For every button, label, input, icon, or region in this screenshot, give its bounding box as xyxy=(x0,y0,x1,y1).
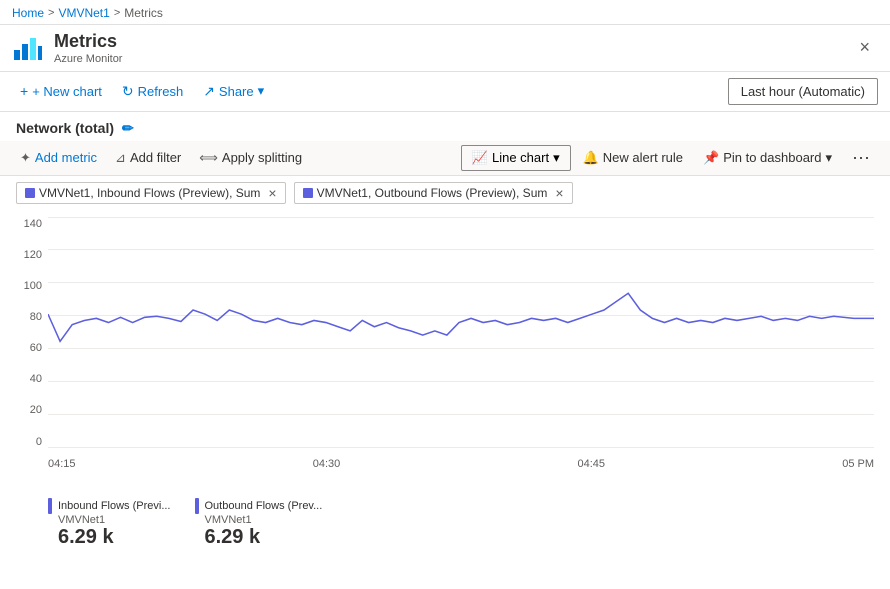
tags-row: VMVNet1, Inbound Flows (Preview), Sum × … xyxy=(0,176,890,210)
legend-outbound: Outbound Flows (Prev... VMVNet1 6.29 k xyxy=(195,498,323,549)
tag-outbound-close[interactable]: × xyxy=(551,186,563,200)
x-label-0445: 04:45 xyxy=(577,458,605,478)
legend-inbound: Inbound Flows (Previ... VMVNet1 6.29 k xyxy=(48,498,171,549)
legend: Inbound Flows (Previ... VMVNet1 6.29 k O… xyxy=(0,490,890,553)
legend-inbound-label-row: Inbound Flows (Previ... xyxy=(48,498,171,514)
pin-chevron: ▾ xyxy=(825,150,832,166)
refresh-button[interactable]: ↻ Refresh xyxy=(114,79,191,104)
y-label-140: 140 xyxy=(16,218,46,230)
x-axis: 04:15 04:30 04:45 05 PM xyxy=(48,458,874,478)
chart-line xyxy=(48,293,874,341)
y-label-80: 80 xyxy=(16,311,46,323)
chart-container: 0 20 40 60 80 100 120 140 xyxy=(16,218,874,478)
add-metric-icon: ✦ xyxy=(20,150,31,166)
split-icon: ⟺ xyxy=(199,150,218,166)
more-options-button[interactable]: ··· xyxy=(844,145,878,170)
y-label-120: 120 xyxy=(16,249,46,261)
tag-outbound: VMVNet1, Outbound Flows (Preview), Sum × xyxy=(294,182,573,204)
legend-inbound-color xyxy=(48,498,52,514)
legend-outbound-color xyxy=(195,498,199,514)
new-alert-label: New alert rule xyxy=(603,150,683,165)
pin-dashboard-label: Pin to dashboard xyxy=(723,150,821,165)
y-label-40: 40 xyxy=(16,373,46,385)
x-label-05pm: 05 PM xyxy=(842,458,874,478)
new-chart-label: + New chart xyxy=(32,84,102,99)
share-icon: ↗ xyxy=(203,83,215,100)
line-chart-button[interactable]: 📈 Line chart ▾ xyxy=(461,145,571,171)
new-alert-button[interactable]: 🔔 New alert rule xyxy=(575,145,691,171)
legend-inbound-name: Inbound Flows (Previ... xyxy=(58,500,171,512)
legend-inbound-value: 6.29 k xyxy=(48,526,171,549)
plus-icon: + xyxy=(20,83,28,99)
add-metric-label: Add metric xyxy=(35,150,97,165)
y-axis: 0 20 40 60 80 100 120 140 xyxy=(16,218,46,448)
tag-inbound-color xyxy=(25,188,35,198)
chart-inner xyxy=(48,218,874,448)
legend-outbound-value: 6.29 k xyxy=(195,526,323,549)
breadcrumb: Home > VMVNet1 > Metrics xyxy=(12,6,163,20)
y-label-20: 20 xyxy=(16,404,46,416)
pin-icon: 📌 xyxy=(703,150,719,166)
page-subtitle: Azure Monitor xyxy=(54,53,122,65)
time-range-button[interactable]: Last hour (Automatic) xyxy=(728,78,878,105)
share-label: Share xyxy=(219,84,254,99)
add-metric-button[interactable]: ✦ Add metric xyxy=(12,145,105,171)
tag-inbound-text: VMVNet1, Inbound Flows (Preview), Sum xyxy=(39,186,260,200)
apply-splitting-button[interactable]: ⟺ Apply splitting xyxy=(191,145,310,171)
legend-outbound-label-row: Outbound Flows (Prev... xyxy=(195,498,323,514)
line-chart-label: Line chart xyxy=(492,150,549,165)
tag-inbound: VMVNet1, Inbound Flows (Preview), Sum × xyxy=(16,182,286,204)
chart-title: Network (total) xyxy=(16,120,114,136)
alert-icon: 🔔 xyxy=(583,150,599,166)
refresh-label: Refresh xyxy=(138,84,184,99)
add-filter-label: Add filter xyxy=(130,150,181,165)
metrics-icon xyxy=(12,32,44,64)
sep1: > xyxy=(48,7,54,19)
page-header: Metrics Azure Monitor × xyxy=(0,25,890,72)
y-label-100: 100 xyxy=(16,280,46,292)
chart-area: 0 20 40 60 80 100 120 140 xyxy=(0,210,890,490)
sep2: > xyxy=(114,7,120,19)
header-text: Metrics Azure Monitor xyxy=(54,31,122,65)
pin-dashboard-button[interactable]: 📌 Pin to dashboard ▾ xyxy=(695,145,840,171)
close-button[interactable]: × xyxy=(851,33,878,62)
x-label-0415: 04:15 xyxy=(48,458,76,478)
new-chart-button[interactable]: + + New chart xyxy=(12,79,110,103)
share-chevron: ▾ xyxy=(258,83,265,99)
tag-inbound-close[interactable]: × xyxy=(264,186,276,200)
chart-svg xyxy=(48,218,874,448)
metric-toolbar-right: 📈 Line chart ▾ 🔔 New alert rule 📌 Pin to… xyxy=(461,145,878,171)
breadcrumb-resource[interactable]: VMVNet1 xyxy=(58,6,109,20)
line-chart-chevron: ▾ xyxy=(553,150,560,166)
breadcrumb-home[interactable]: Home xyxy=(12,6,44,20)
tag-outbound-text: VMVNet1, Outbound Flows (Preview), Sum xyxy=(317,186,548,200)
x-label-0430: 04:30 xyxy=(313,458,341,478)
refresh-icon: ↻ xyxy=(122,83,134,100)
y-label-60: 60 xyxy=(16,342,46,354)
main-toolbar: + + New chart ↻ Refresh ↗ Share ▾ Last h… xyxy=(0,72,890,112)
header-left: Metrics Azure Monitor xyxy=(12,31,122,65)
edit-title-icon[interactable]: ✏ xyxy=(122,120,134,137)
metric-toolbar: ✦ Add metric ⊿ Add filter ⟺ Apply splitt… xyxy=(0,141,890,176)
apply-splitting-label: Apply splitting xyxy=(222,150,302,165)
breadcrumb-bar: Home > VMVNet1 > Metrics xyxy=(0,0,890,25)
legend-outbound-sublabel: VMVNet1 xyxy=(195,514,323,526)
y-label-0: 0 xyxy=(16,436,46,448)
page-title: Metrics xyxy=(54,31,122,53)
filter-icon: ⊿ xyxy=(115,150,126,166)
breadcrumb-current: Metrics xyxy=(124,6,163,20)
legend-inbound-sublabel: VMVNet1 xyxy=(48,514,171,526)
add-filter-button[interactable]: ⊿ Add filter xyxy=(107,145,189,171)
legend-outbound-name: Outbound Flows (Prev... xyxy=(205,500,323,512)
tag-outbound-color xyxy=(303,188,313,198)
line-chart-icon: 📈 xyxy=(472,150,488,166)
chart-title-bar: Network (total) ✏ xyxy=(0,112,890,141)
share-button[interactable]: ↗ Share ▾ xyxy=(195,79,272,104)
